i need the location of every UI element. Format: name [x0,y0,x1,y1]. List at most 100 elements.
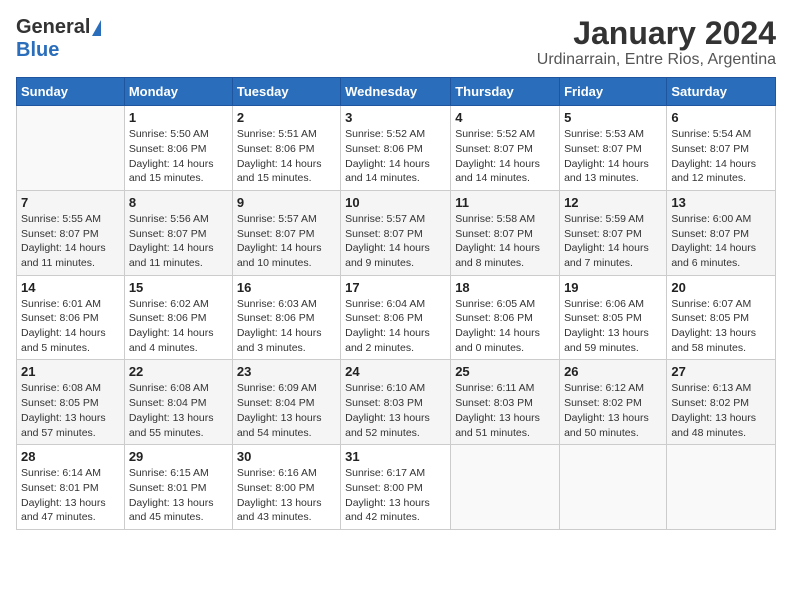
day-number: 9 [237,195,336,210]
day-info: Sunrise: 6:05 AM Sunset: 8:06 PM Dayligh… [455,298,540,354]
day-number: 5 [564,110,662,125]
day-info: Sunrise: 6:10 AM Sunset: 8:03 PM Dayligh… [345,382,430,438]
calendar-cell: 11 Sunrise: 5:58 AM Sunset: 8:07 PM Dayli… [451,190,560,275]
calendar-week-row: 1Sunrise: 5:50 AM Sunset: 8:06 PM Daylig… [17,106,776,191]
day-info: Sunrise: 6:13 AM Sunset: 8:02 PM Dayligh… [671,382,756,438]
calendar-week-row: 14 Sunrise: 6:01 AM Sunset: 8:06 PM Dayli… [17,275,776,360]
day-number: 27 [671,364,771,379]
day-info: Sunrise: 6:04 AM Sunset: 8:06 PM Dayligh… [345,298,430,354]
col-header-tuesday: Tuesday [232,78,340,106]
day-info: Sunrise: 6:03 AM Sunset: 8:06 PM Dayligh… [237,298,322,354]
calendar-cell: 18 Sunrise: 6:05 AM Sunset: 8:06 PM Dayli… [451,275,560,360]
day-info: Sunrise: 6:16 AM Sunset: 8:00 PM Dayligh… [237,467,322,523]
calendar-cell: 8 Sunrise: 5:56 AM Sunset: 8:07 PM Daylig… [124,190,232,275]
day-info: Sunrise: 6:14 AM Sunset: 8:01 PM Dayligh… [21,467,106,523]
calendar-cell: 13 Sunrise: 6:00 AM Sunset: 8:07 PM Dayli… [667,190,776,275]
logo-blue: Blue [16,39,59,61]
day-info: Sunrise: 6:02 AM Sunset: 8:06 PM Dayligh… [129,298,214,354]
day-number: 10 [345,195,446,210]
calendar-cell: 24Sunrise: 6:10 AM Sunset: 8:03 PM Dayli… [341,360,451,445]
day-info: Sunrise: 5:52 AM Sunset: 8:06 PM Dayligh… [345,128,430,184]
day-info: Sunrise: 5:58 AM Sunset: 8:07 PM Dayligh… [455,213,540,269]
day-number: 4 [455,110,555,125]
day-number: 29 [129,449,228,464]
calendar-cell: 31 Sunrise: 6:17 AM Sunset: 8:00 PM Dayli… [341,445,451,530]
day-number: 18 [455,280,555,295]
col-header-friday: Friday [560,78,667,106]
calendar-title: January 2024 [537,16,776,51]
day-info: Sunrise: 6:17 AM Sunset: 8:00 PM Dayligh… [345,467,430,523]
day-number: 1 [129,110,228,125]
calendar-cell [451,445,560,530]
calendar-cell: 9 Sunrise: 5:57 AM Sunset: 8:07 PM Daylig… [232,190,340,275]
calendar-cell: 21 Sunrise: 6:08 AM Sunset: 8:05 PM Dayli… [17,360,125,445]
day-number: 11 [455,195,555,210]
day-info: Sunrise: 5:59 AM Sunset: 8:07 PM Dayligh… [564,213,649,269]
calendar-cell: 6Sunrise: 5:54 AM Sunset: 8:07 PM Daylig… [667,106,776,191]
day-info: Sunrise: 6:12 AM Sunset: 8:02 PM Dayligh… [564,382,649,438]
calendar-cell: 30 Sunrise: 6:16 AM Sunset: 8:00 PM Dayli… [232,445,340,530]
calendar-cell: 16Sunrise: 6:03 AM Sunset: 8:06 PM Dayli… [232,275,340,360]
calendar-cell: 12Sunrise: 5:59 AM Sunset: 8:07 PM Dayli… [560,190,667,275]
title-area: January 2024 Urdinarrain, Entre Rios, Ar… [537,16,776,69]
day-number: 3 [345,110,446,125]
day-number: 7 [21,195,120,210]
calendar-cell: 17 Sunrise: 6:04 AM Sunset: 8:06 PM Dayli… [341,275,451,360]
logo: General Blue [16,16,101,62]
calendar-cell [667,445,776,530]
day-info: Sunrise: 5:51 AM Sunset: 8:06 PM Dayligh… [237,128,322,184]
day-info: Sunrise: 5:53 AM Sunset: 8:07 PM Dayligh… [564,128,649,184]
col-header-sunday: Sunday [17,78,125,106]
day-number: 13 [671,195,771,210]
day-info: Sunrise: 5:54 AM Sunset: 8:07 PM Dayligh… [671,128,756,184]
calendar-cell: 29 Sunrise: 6:15 AM Sunset: 8:01 PM Dayli… [124,445,232,530]
calendar-cell: 25 Sunrise: 6:11 AM Sunset: 8:03 PM Dayli… [451,360,560,445]
calendar-table: SundayMondayTuesdayWednesdayThursdayFrid… [16,77,776,530]
calendar-cell: 20Sunrise: 6:07 AM Sunset: 8:05 PM Dayli… [667,275,776,360]
calendar-week-row: 28 Sunrise: 6:14 AM Sunset: 8:01 PM Dayli… [17,445,776,530]
day-info: Sunrise: 6:00 AM Sunset: 8:07 PM Dayligh… [671,213,756,269]
calendar-header-row: SundayMondayTuesdayWednesdayThursdayFrid… [17,78,776,106]
calendar-cell [560,445,667,530]
day-number: 22 [129,364,228,379]
day-number: 26 [564,364,662,379]
col-header-saturday: Saturday [667,78,776,106]
day-info: Sunrise: 5:57 AM Sunset: 8:07 PM Dayligh… [237,213,322,269]
col-header-monday: Monday [124,78,232,106]
logo-triangle-icon [92,20,101,36]
day-info: Sunrise: 6:08 AM Sunset: 8:05 PM Dayligh… [21,382,106,438]
day-number: 30 [237,449,336,464]
day-info: Sunrise: 6:08 AM Sunset: 8:04 PM Dayligh… [129,382,214,438]
calendar-cell: 19Sunrise: 6:06 AM Sunset: 8:05 PM Dayli… [560,275,667,360]
day-info: Sunrise: 6:07 AM Sunset: 8:05 PM Dayligh… [671,298,756,354]
day-number: 21 [21,364,120,379]
day-info: Sunrise: 5:57 AM Sunset: 8:07 PM Dayligh… [345,213,430,269]
day-number: 17 [345,280,446,295]
day-info: Sunrise: 6:06 AM Sunset: 8:05 PM Dayligh… [564,298,649,354]
day-number: 25 [455,364,555,379]
col-header-wednesday: Wednesday [341,78,451,106]
day-number: 28 [21,449,120,464]
calendar-cell: 1Sunrise: 5:50 AM Sunset: 8:06 PM Daylig… [124,106,232,191]
calendar-cell: 22 Sunrise: 6:08 AM Sunset: 8:04 PM Dayli… [124,360,232,445]
day-number: 15 [129,280,228,295]
calendar-cell: 23Sunrise: 6:09 AM Sunset: 8:04 PM Dayli… [232,360,340,445]
day-number: 2 [237,110,336,125]
calendar-cell: 2 Sunrise: 5:51 AM Sunset: 8:06 PM Daylig… [232,106,340,191]
day-info: Sunrise: 6:01 AM Sunset: 8:06 PM Dayligh… [21,298,106,354]
calendar-cell: 27 Sunrise: 6:13 AM Sunset: 8:02 PM Dayli… [667,360,776,445]
calendar-week-row: 21 Sunrise: 6:08 AM Sunset: 8:05 PM Dayli… [17,360,776,445]
day-number: 8 [129,195,228,210]
day-number: 31 [345,449,446,464]
day-number: 14 [21,280,120,295]
header: General Blue January 2024 Urdinarrain, E… [16,16,776,69]
day-info: Sunrise: 5:56 AM Sunset: 8:07 PM Dayligh… [129,213,214,269]
calendar-cell: 5 Sunrise: 5:53 AM Sunset: 8:07 PM Daylig… [560,106,667,191]
day-info: Sunrise: 6:15 AM Sunset: 8:01 PM Dayligh… [129,467,214,523]
day-info: Sunrise: 5:55 AM Sunset: 8:07 PM Dayligh… [21,213,106,269]
calendar-cell: 28 Sunrise: 6:14 AM Sunset: 8:01 PM Dayli… [17,445,125,530]
calendar-cell: 10 Sunrise: 5:57 AM Sunset: 8:07 PM Dayli… [341,190,451,275]
calendar-cell: 15 Sunrise: 6:02 AM Sunset: 8:06 PM Dayli… [124,275,232,360]
day-info: Sunrise: 6:11 AM Sunset: 8:03 PM Dayligh… [455,382,540,438]
calendar-week-row: 7 Sunrise: 5:55 AM Sunset: 8:07 PM Daylig… [17,190,776,275]
